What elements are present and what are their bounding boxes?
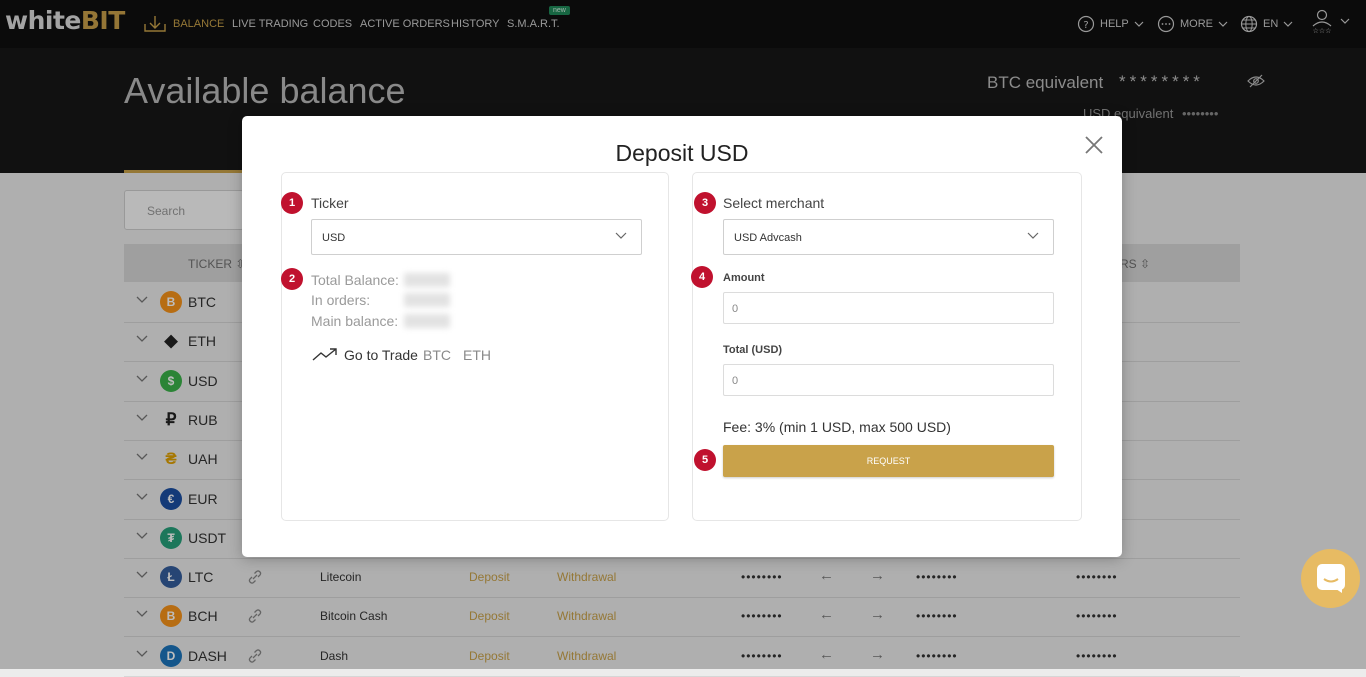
step-4-badge: 4 bbox=[691, 266, 713, 288]
trade-link-btc[interactable]: BTC bbox=[423, 347, 451, 363]
ticker-label: Ticker bbox=[311, 195, 349, 211]
go-to-trade-label: Go to Trade bbox=[344, 347, 418, 363]
close-icon[interactable] bbox=[1084, 135, 1104, 155]
in-orders-label: In orders: bbox=[311, 292, 371, 308]
main-balance-value-hidden bbox=[404, 314, 450, 328]
total-balance-label: Total Balance: bbox=[311, 272, 399, 288]
merchant-panel: 3 Select merchant USD Advcash 4 Amount 0… bbox=[691, 172, 1082, 521]
in-orders-value-hidden bbox=[404, 293, 450, 307]
chat-bubble-icon bbox=[1317, 564, 1345, 593]
ticker-select[interactable]: USD bbox=[311, 219, 642, 255]
trade-link-eth[interactable]: ETH bbox=[463, 347, 491, 363]
chevron-down-icon bbox=[1027, 232, 1039, 239]
main-balance-label: Main balance: bbox=[311, 313, 399, 329]
chevron-down-icon bbox=[615, 232, 627, 239]
deposit-modal: Deposit USD 1 Ticker USD 2 Total Balance… bbox=[242, 116, 1122, 557]
fee-text: Fee: 3% (min 1 USD, max 500 USD) bbox=[723, 419, 951, 435]
go-to-trade: Go to Trade bbox=[312, 347, 418, 363]
total-usd-input[interactable]: 0 bbox=[723, 364, 1054, 396]
trend-up-icon bbox=[312, 348, 337, 361]
amount-input[interactable]: 0 bbox=[723, 292, 1054, 324]
step-3-badge: 3 bbox=[694, 192, 716, 214]
merchant-select[interactable]: USD Advcash bbox=[723, 219, 1054, 255]
request-button[interactable]: REQUEST bbox=[723, 445, 1054, 477]
step-5-badge: 5 bbox=[694, 449, 716, 471]
support-chat-button[interactable] bbox=[1301, 549, 1360, 608]
amount-label: Amount bbox=[723, 272, 765, 284]
ticker-panel: 1 Ticker USD 2 Total Balance: In orders:… bbox=[281, 172, 669, 521]
total-balance-value-hidden bbox=[404, 273, 450, 287]
merchant-label: Select merchant bbox=[723, 195, 825, 211]
modal-title: Deposit USD bbox=[615, 140, 749, 166]
step-2-badge: 2 bbox=[281, 268, 303, 290]
step-1-badge: 1 bbox=[281, 192, 303, 214]
total-usd-label: Total (USD) bbox=[723, 344, 783, 356]
